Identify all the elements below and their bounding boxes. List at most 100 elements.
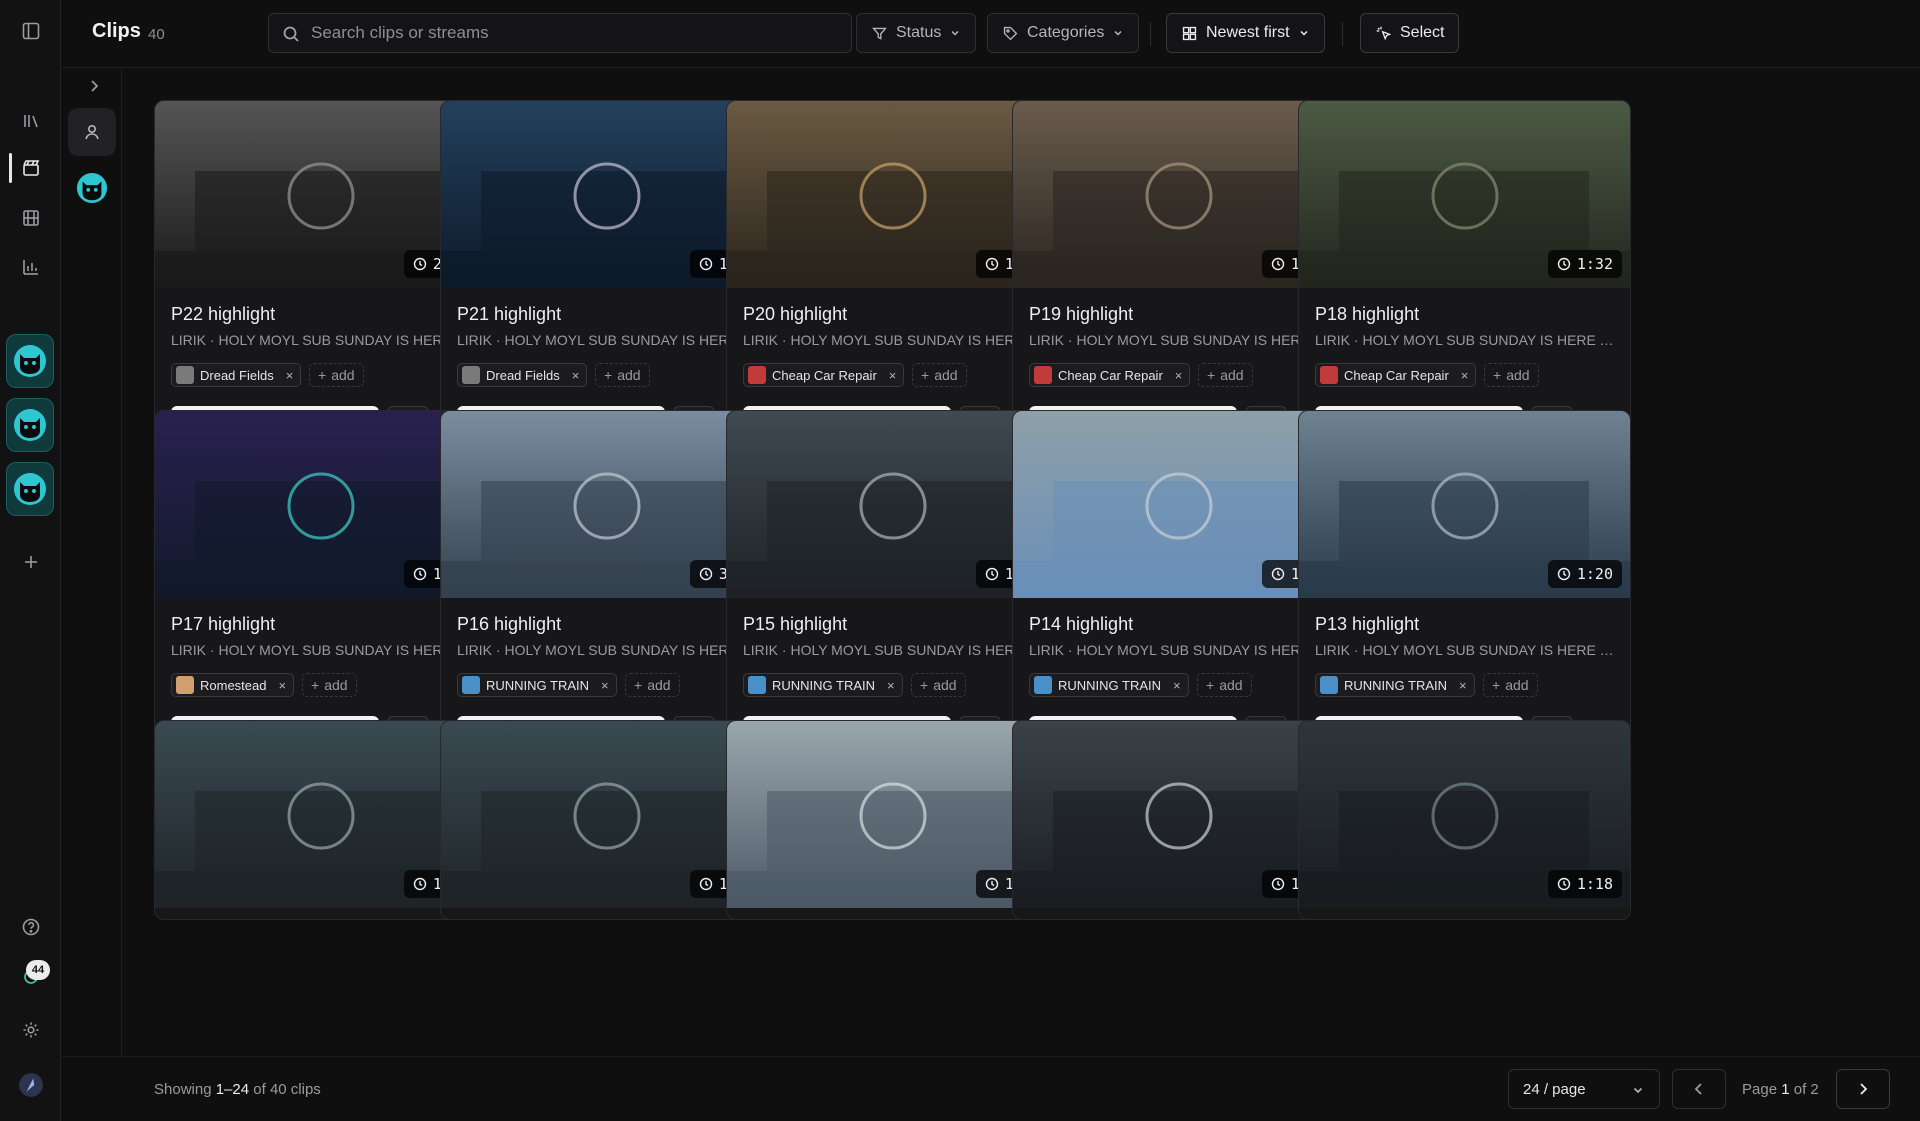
channel-avatar-1[interactable]	[6, 334, 54, 388]
clip-title[interactable]: P18 highlight	[1315, 304, 1419, 325]
clip-thumbnail[interactable]: 1:05	[727, 101, 1058, 288]
clip-card[interactable]: 1:11	[1012, 720, 1345, 920]
add-tag-button[interactable]: + add	[912, 363, 967, 387]
film-icon[interactable]	[16, 203, 46, 233]
channel-item-lirik[interactable]	[68, 164, 116, 212]
clip-thumbnail[interactable]: 1:17	[155, 721, 486, 908]
plus-icon: +	[634, 677, 643, 693]
remove-tag-icon[interactable]: ×	[889, 368, 897, 383]
all-channels-item[interactable]	[68, 108, 116, 156]
person-icon	[85, 124, 99, 140]
next-page-button[interactable]	[1836, 1069, 1890, 1109]
grid-icon	[1182, 26, 1197, 40]
category-tag-label: RUNNING TRAIN	[486, 677, 590, 693]
page-current: 1	[1781, 1081, 1790, 1098]
clip-subtitle: LIRIK · HOLY MOYL SUB SUNDAY IS HERE THE…	[1029, 642, 1334, 658]
clip-thumbnail[interactable]: 1:11	[1013, 721, 1344, 908]
clip-title[interactable]: P20 highlight	[743, 304, 847, 325]
clip-title[interactable]: P13 highlight	[1315, 614, 1419, 635]
clip-title[interactable]: P22 highlight	[171, 304, 275, 325]
add-tag-label: add	[647, 677, 671, 693]
help-icon[interactable]	[16, 912, 46, 942]
add-tag-button[interactable]: + add	[595, 363, 650, 387]
chevron-right-icon[interactable]	[84, 76, 104, 96]
clip-subtitle: LIRIK · HOLY MOYL SUB SUNDAY IS HERE THE…	[1029, 332, 1334, 348]
clip-thumbnail[interactable]: 1:16	[1013, 411, 1344, 598]
toggle-sidebar-icon[interactable]	[16, 16, 46, 46]
add-tag-button[interactable]: + add	[1483, 673, 1538, 697]
clip-thumbnail[interactable]: 1:18	[1299, 721, 1630, 908]
clock-icon	[413, 567, 427, 581]
category-tag: Cheap Car Repair ×	[1315, 363, 1477, 387]
add-channel-icon[interactable]	[16, 547, 46, 577]
clip-card[interactable]: 1:42	[726, 720, 1059, 920]
add-tag-label: add	[1506, 367, 1530, 383]
clip-thumbnail[interactable]: 2:45	[155, 101, 486, 288]
categories-filter-button[interactable]: Categories	[987, 13, 1140, 53]
remove-tag-icon[interactable]: ×	[1461, 368, 1469, 383]
clip-thumbnail[interactable]: 1:32	[1299, 101, 1630, 288]
prev-page-button[interactable]	[1672, 1069, 1726, 1109]
search-input[interactable]	[311, 14, 841, 52]
clock-icon	[1271, 877, 1285, 891]
clip-card[interactable]: 1:12	[440, 720, 773, 920]
remove-tag-icon[interactable]: ×	[278, 678, 286, 693]
tag-icon	[1003, 26, 1018, 40]
clip-thumbnail[interactable]: 1:20	[1013, 101, 1344, 288]
user-avatar[interactable]	[16, 1070, 46, 1100]
library-icon[interactable]	[16, 106, 46, 136]
clip-card[interactable]: 1:17	[154, 720, 487, 920]
add-tag-label: add	[1219, 677, 1243, 693]
category-tag-label: Dread Fields	[200, 367, 274, 383]
remove-tag-icon[interactable]: ×	[1175, 368, 1183, 383]
clip-thumbnail[interactable]: 1:05	[727, 411, 1058, 598]
clip-thumbnail[interactable]: 1:12	[441, 721, 772, 908]
remove-tag-icon[interactable]: ×	[286, 368, 294, 383]
add-tag-button[interactable]: + add	[1484, 363, 1539, 387]
clock-icon	[1557, 257, 1571, 271]
clip-title[interactable]: P15 highlight	[743, 614, 847, 635]
clapperboard-icon[interactable]	[16, 153, 46, 183]
clip-thumbnail[interactable]: 1:04	[441, 101, 772, 288]
remove-tag-icon[interactable]: ×	[1173, 678, 1181, 693]
category-tag: RUNNING TRAIN ×	[743, 673, 903, 697]
channel-avatar-3[interactable]	[6, 462, 54, 516]
add-tag-button[interactable]: + add	[302, 673, 357, 697]
remove-tag-icon[interactable]: ×	[887, 678, 895, 693]
clip-title[interactable]: P17 highlight	[171, 614, 275, 635]
add-tag-button[interactable]: + add	[625, 673, 680, 697]
clip-title[interactable]: P16 highlight	[457, 614, 561, 635]
divider	[1342, 22, 1343, 46]
clip-thumbnail[interactable]: 3:11	[441, 411, 772, 598]
clip-card[interactable]: 1:18	[1298, 720, 1631, 920]
add-tag-button[interactable]: + add	[309, 363, 364, 387]
settings-icon[interactable]	[16, 1015, 46, 1045]
search-box	[268, 13, 852, 53]
clip-title[interactable]: P21 highlight	[457, 304, 561, 325]
clip-title[interactable]: P19 highlight	[1029, 304, 1133, 325]
status-filter-button[interactable]: Status	[856, 13, 977, 53]
add-tag-label: add	[1220, 367, 1244, 383]
clock-icon	[1557, 877, 1571, 891]
add-tag-button[interactable]: + add	[911, 673, 966, 697]
sort-button[interactable]: Newest first	[1166, 13, 1325, 53]
category-thumbnail-icon	[176, 366, 194, 384]
select-button[interactable]: Select	[1360, 13, 1460, 53]
remove-tag-icon[interactable]: ×	[1459, 678, 1467, 693]
category-thumbnail-icon	[462, 676, 480, 694]
clip-thumbnail[interactable]: 1:20	[1299, 411, 1630, 598]
per-page-select[interactable]: 24 / page	[1508, 1069, 1660, 1109]
remove-tag-icon[interactable]: ×	[601, 678, 609, 693]
clip-thumbnail[interactable]: 1:22	[155, 411, 486, 598]
clip-title[interactable]: P14 highlight	[1029, 614, 1133, 635]
remove-tag-icon[interactable]: ×	[572, 368, 580, 383]
duration-text: 1:18	[1576, 875, 1613, 893]
clip-subtitle: LIRIK · HOLY MOYL SUB SUNDAY IS HERE THE…	[743, 332, 1048, 348]
analytics-icon[interactable]	[16, 252, 46, 282]
add-tag-button[interactable]: + add	[1198, 363, 1253, 387]
clock-icon	[985, 567, 999, 581]
clip-thumbnail[interactable]: 1:42	[727, 721, 1058, 908]
channel-avatar-2[interactable]	[6, 398, 54, 452]
add-tag-button[interactable]: + add	[1197, 673, 1252, 697]
showing-suffix: of 40 clips	[253, 1081, 321, 1098]
